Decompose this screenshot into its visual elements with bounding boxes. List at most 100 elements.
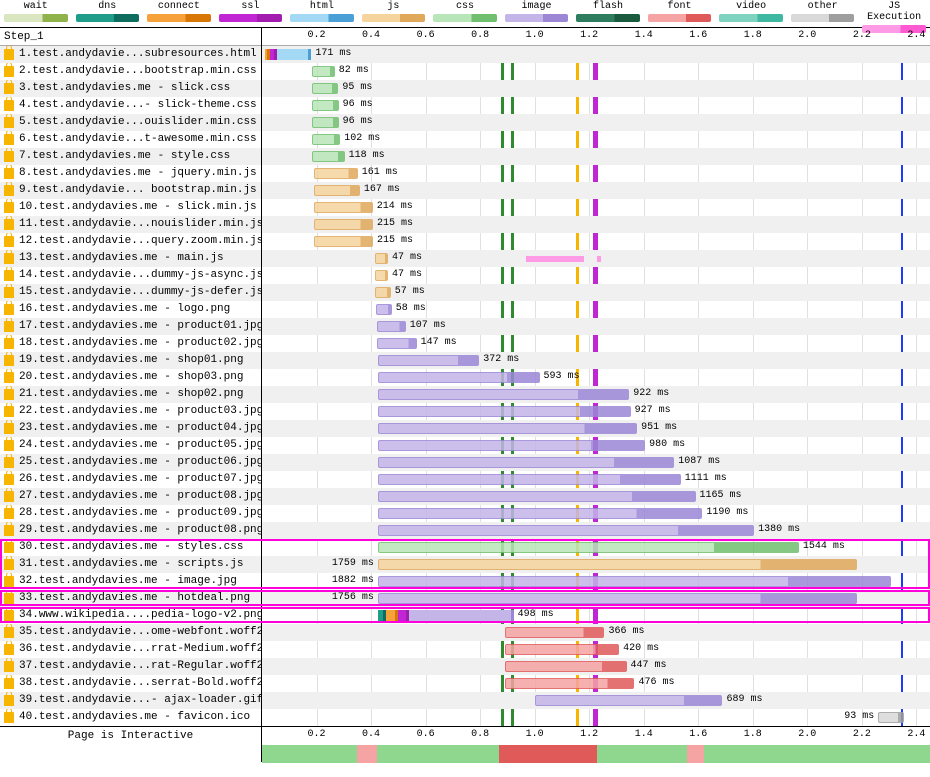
waterfall-row[interactable]: 93 ms	[262, 709, 930, 726]
waterfall-row[interactable]: 1190 ms	[262, 505, 930, 522]
waterfall-row[interactable]: 96 ms	[262, 97, 930, 114]
resource-row[interactable]: 11. test.andydavie...nouislider.min.js	[0, 216, 261, 233]
duration-label: 927 ms	[635, 405, 671, 416]
resource-row[interactable]: 25. test.andydavies.me - product06.jpg	[0, 454, 261, 471]
resource-row[interactable]: 39. test.andydavie...- ajax-loader.gif	[0, 692, 261, 709]
lock-icon	[4, 474, 14, 485]
resource-row[interactable]: 24. test.andydavies.me - product05.jpg	[0, 437, 261, 454]
waterfall-row[interactable]: 1111 ms	[262, 471, 930, 488]
waterfall-row[interactable]: 214 ms	[262, 199, 930, 216]
waterfall-row[interactable]: 1380 ms	[262, 522, 930, 539]
waterfall-row[interactable]: 47 ms	[262, 250, 930, 267]
waterfall-row[interactable]: 82 ms	[262, 63, 930, 80]
resource-row[interactable]: 1. test.andydavie...subresources.html	[0, 46, 261, 63]
waterfall-row[interactable]: 1882 ms	[262, 573, 930, 590]
waterfall-row[interactable]: 476 ms	[262, 675, 930, 692]
resource-row[interactable]: 38. test.andydavie...serrat-Bold.woff2	[0, 675, 261, 692]
waterfall-row[interactable]: 57 ms	[262, 284, 930, 301]
resource-name: test.andydavies.me - product01.jpg	[39, 318, 261, 335]
waterfall-row[interactable]: 498 ms	[262, 607, 930, 624]
resource-row[interactable]: 21. test.andydavies.me - shop02.png	[0, 386, 261, 403]
resource-row[interactable]: 8. test.andydavies.me - jquery.min.js	[0, 165, 261, 182]
resource-name: test.andydavies.me - product02.jpg	[39, 335, 261, 352]
resource-name: test.andydavies.me - product08.jpg	[39, 488, 261, 505]
resource-row[interactable]: 36. test.andydavie...rrat-Medium.woff2	[0, 641, 261, 658]
waterfall-row[interactable]: 927 ms	[262, 403, 930, 420]
waterfall-row[interactable]: 118 ms	[262, 148, 930, 165]
resource-name: test.andydavies.me - style.css	[32, 148, 230, 165]
resource-row[interactable]: 16. test.andydavies.me - logo.png	[0, 301, 261, 318]
resource-row[interactable]: 10. test.andydavies.me - slick.min.js	[0, 199, 261, 216]
resource-row[interactable]: 5. test.andydavie...ouislider.min.css	[0, 114, 261, 131]
resource-row[interactable]: 30. test.andydavies.me - styles.css	[0, 539, 261, 556]
waterfall-row[interactable]: 107 ms	[262, 318, 930, 335]
resource-row[interactable]: 23. test.andydavies.me - product04.jpg	[0, 420, 261, 437]
legend-font: font	[644, 0, 716, 27]
resource-row[interactable]: 31. test.andydavies.me - scripts.js	[0, 556, 261, 573]
waterfall-row[interactable]: 1759 ms	[262, 556, 930, 573]
resource-row[interactable]: 29. test.andydavies.me - product08.png	[0, 522, 261, 539]
waterfall-row[interactable]: 147 ms	[262, 335, 930, 352]
resource-row[interactable]: 22. test.andydavies.me - product03.jpg	[0, 403, 261, 420]
waterfall-row[interactable]: 951 ms	[262, 420, 930, 437]
resource-row[interactable]: 4. test.andydavie...- slick-theme.css	[0, 97, 261, 114]
waterfall-row[interactable]: 161 ms	[262, 165, 930, 182]
waterfall-row[interactable]: 372 ms	[262, 352, 930, 369]
axis-tick: 1.6	[689, 729, 707, 740]
resource-row[interactable]: 20. test.andydavies.me - shop03.png	[0, 369, 261, 386]
waterfall-row[interactable]: 922 ms	[262, 386, 930, 403]
waterfall-row[interactable]: 593 ms	[262, 369, 930, 386]
resource-row[interactable]: 32. test.andydavies.me - image.jpg	[0, 573, 261, 590]
waterfall-row[interactable]: 689 ms	[262, 692, 930, 709]
waterfall-row[interactable]: 1544 ms	[262, 539, 930, 556]
waterfall-chart[interactable]: 0.20.40.60.81.01.21.41.61.82.02.22.4 171…	[262, 28, 930, 726]
waterfall-row[interactable]: 47 ms	[262, 267, 930, 284]
waterfall-row[interactable]: 447 ms	[262, 658, 930, 675]
duration-label: 980 ms	[649, 439, 685, 450]
resource-index: 34.	[19, 607, 39, 624]
resource-row[interactable]: 33. test.andydavies.me - hotdeal.png	[0, 590, 261, 607]
waterfall-row[interactable]: 58 ms	[262, 301, 930, 318]
resource-row[interactable]: 34. www.wikipedia....pedia-logo-v2.png	[0, 607, 261, 624]
waterfall-row[interactable]: 171 ms	[262, 46, 930, 63]
waterfall-row[interactable]: 215 ms	[262, 216, 930, 233]
waterfall-row[interactable]: 420 ms	[262, 641, 930, 658]
resource-row[interactable]: 12. test.andydavie...query.zoom.min.js	[0, 233, 261, 250]
resource-row[interactable]: 40. test.andydavies.me - favicon.ico	[0, 709, 261, 726]
legend-other: other	[787, 0, 859, 27]
resource-row[interactable]: 28. test.andydavies.me - product09.jpg	[0, 505, 261, 522]
waterfall-row[interactable]: 215 ms	[262, 233, 930, 250]
resource-row[interactable]: 9. test.andydavie... bootstrap.min.js	[0, 182, 261, 199]
waterfall-row[interactable]: 366 ms	[262, 624, 930, 641]
resource-name: test.andydavies.me - slick.min.js	[39, 199, 257, 216]
footer-label: Page is Interactive	[0, 727, 262, 762]
waterfall-row[interactable]: 1087 ms	[262, 454, 930, 471]
duration-label: 58 ms	[396, 303, 426, 314]
resource-row[interactable]: 17. test.andydavies.me - product01.jpg	[0, 318, 261, 335]
resource-row[interactable]: 14. test.andydavie...dummy-js-async.js	[0, 267, 261, 284]
resource-row[interactable]: 27. test.andydavies.me - product08.jpg	[0, 488, 261, 505]
resource-row[interactable]: 7. test.andydavies.me - style.css	[0, 148, 261, 165]
waterfall-row[interactable]: 102 ms	[262, 131, 930, 148]
resource-row[interactable]: 19. test.andydavies.me - shop01.png	[0, 352, 261, 369]
waterfall-row[interactable]: 167 ms	[262, 182, 930, 199]
resource-row[interactable]: 35. test.andydavie...ome-webfont.woff2	[0, 624, 261, 641]
resource-row[interactable]: 26. test.andydavies.me - product07.jpg	[0, 471, 261, 488]
waterfall-row[interactable]: 95 ms	[262, 80, 930, 97]
resource-row[interactable]: 2. test.andydavie...bootstrap.min.css	[0, 63, 261, 80]
legend-wait: wait	[0, 0, 72, 27]
waterfall-row[interactable]: 980 ms	[262, 437, 930, 454]
resource-name: test.andydavie...subresources.html	[32, 46, 256, 63]
waterfall-row[interactable]: 1756 ms	[262, 590, 930, 607]
resource-name: test.andydavies.me - product08.png	[39, 522, 261, 539]
resource-row[interactable]: 6. test.andydavie...t-awesome.min.css	[0, 131, 261, 148]
waterfall-row[interactable]: 1165 ms	[262, 488, 930, 505]
resource-row[interactable]: 18. test.andydavies.me - product02.jpg	[0, 335, 261, 352]
axis-tick: 2.2	[853, 729, 871, 740]
waterfall-row[interactable]: 96 ms	[262, 114, 930, 131]
resource-row[interactable]: 13. test.andydavies.me - main.js	[0, 250, 261, 267]
resource-row[interactable]: 3. test.andydavies.me - slick.css	[0, 80, 261, 97]
lock-icon	[4, 389, 14, 400]
resource-row[interactable]: 37. test.andydavie...rat-Regular.woff2	[0, 658, 261, 675]
resource-row[interactable]: 15. test.andydavie...dummy-js-defer.js	[0, 284, 261, 301]
